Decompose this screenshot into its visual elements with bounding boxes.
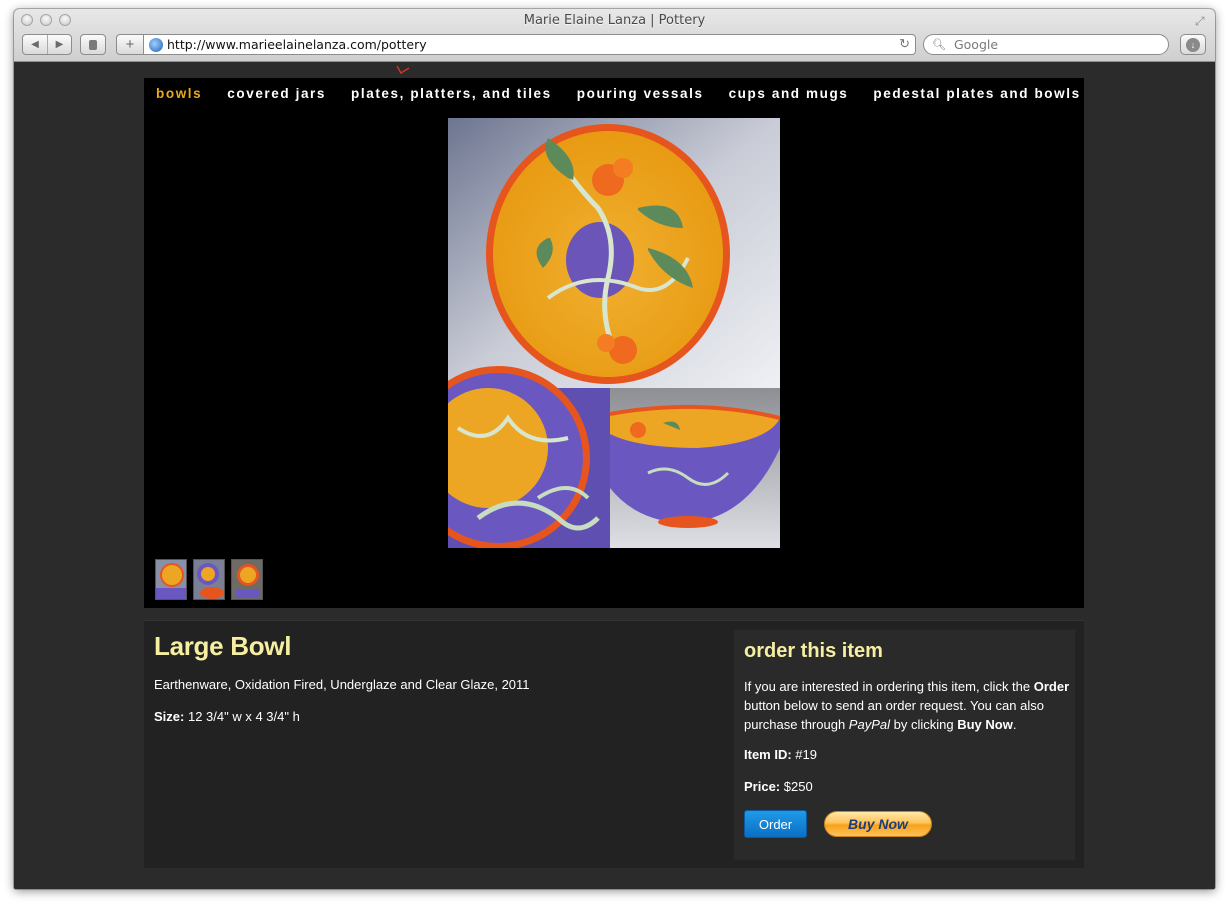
window-title: Marie Elaine Lanza | Pottery <box>523 13 706 28</box>
nav-item-cups-and-mugs[interactable]: cups and mugs <box>729 86 849 101</box>
item-price: Price: $250 <box>744 779 813 794</box>
forward-button[interactable]: ▶ <box>46 35 71 54</box>
thumbnail-strip <box>155 559 263 600</box>
decorative-mark <box>396 65 410 74</box>
page-viewport: bowls covered jars plates, platters, and… <box>14 63 1215 889</box>
nav-item-covered-jars[interactable]: covered jars <box>227 86 326 101</box>
item-info-section: Large Bowl Earthenware, Oxidation Fired,… <box>144 620 1084 868</box>
browser-window: Marie Elaine Lanza | Pottery ⤢ ◀ ▶ + htt… <box>14 9 1215 889</box>
order-text-paypal: PayPal <box>848 717 890 732</box>
order-text-buynow: Buy Now <box>957 717 1013 732</box>
order-title: order this item <box>744 640 883 662</box>
search-placeholder: Google <box>953 37 999 52</box>
item-id-label: Item ID: <box>744 747 792 762</box>
search-field[interactable]: 🔍︎ Google <box>923 34 1169 55</box>
price-value: $250 <box>783 779 813 794</box>
order-text-order: Order <box>1033 679 1070 694</box>
item-description: Earthenware, Oxidation Fired, Underglaze… <box>154 677 530 692</box>
url-text[interactable]: http://www.marieelainelanza.com/pottery <box>167 37 427 52</box>
reload-icon[interactable]: ↻ <box>899 36 910 52</box>
add-bookmark-button[interactable]: + <box>116 34 144 55</box>
downloads-button[interactable]: ↓ <box>1180 34 1206 55</box>
nav-item-pedestal-plates-and-bowls[interactable]: pedestal plates and bowls <box>873 86 1080 101</box>
back-arrow-icon: ◀ <box>31 39 39 50</box>
size-value: 12 3/4" w x 4 3/4" h <box>187 709 300 724</box>
plus-icon: + <box>125 36 135 53</box>
item-id: Item ID: #19 <box>744 747 817 762</box>
size-label: Size: <box>154 709 185 724</box>
search-icon: 🔍︎ <box>932 38 946 51</box>
main-product-photo <box>448 118 780 548</box>
order-button[interactable]: Order <box>744 810 807 838</box>
order-instructions: If you are interested in ordering this i… <box>744 677 1074 734</box>
order-text-part: If you are interested in ordering this i… <box>744 679 1034 694</box>
gallery-section: bowls covered jars plates, platters, and… <box>144 65 1084 608</box>
back-button[interactable]: ◀ <box>23 35 47 54</box>
thumbnail-3[interactable] <box>231 559 263 600</box>
order-text-part: . <box>1012 717 1017 732</box>
price-label: Price: <box>744 779 781 794</box>
order-panel: order this item If you are interested in… <box>733 629 1076 861</box>
fullscreen-icon[interactable]: ⤢ <box>1195 14 1209 28</box>
nav-item-plates-platters-tiles[interactable]: plates, platters, and tiles <box>351 86 552 101</box>
order-text-part: by clicking <box>890 717 958 732</box>
page-content: bowls covered jars plates, platters, and… <box>144 65 1084 868</box>
paypal-buy-now-button[interactable]: Buy Now <box>824 811 932 837</box>
thumbnail-2[interactable] <box>193 559 225 600</box>
globe-icon <box>149 37 163 52</box>
bookmarks-icon <box>89 39 97 50</box>
download-icon: ↓ <box>1186 37 1200 52</box>
forward-arrow-icon: ▶ <box>55 39 64 50</box>
address-bar[interactable]: http://www.marieelainelanza.com/pottery … <box>143 34 916 55</box>
nav-item-pouring-vessals[interactable]: pouring vessals <box>577 86 704 101</box>
thumbnail-1[interactable] <box>155 559 187 600</box>
item-size: Size: 12 3/4" w x 4 3/4" h <box>154 709 300 724</box>
item-id-value: #19 <box>795 747 817 762</box>
item-title: Large Bowl <box>154 631 292 661</box>
category-nav: bowls covered jars plates, platters, and… <box>156 86 1081 101</box>
browser-toolbar: Marie Elaine Lanza | Pottery ⤢ ◀ ▶ + htt… <box>14 9 1215 62</box>
show-bookmarks-button[interactable] <box>80 34 106 55</box>
nav-item-bowls[interactable]: bowls <box>156 86 202 101</box>
back-forward-group: ◀ ▶ <box>22 34 72 55</box>
